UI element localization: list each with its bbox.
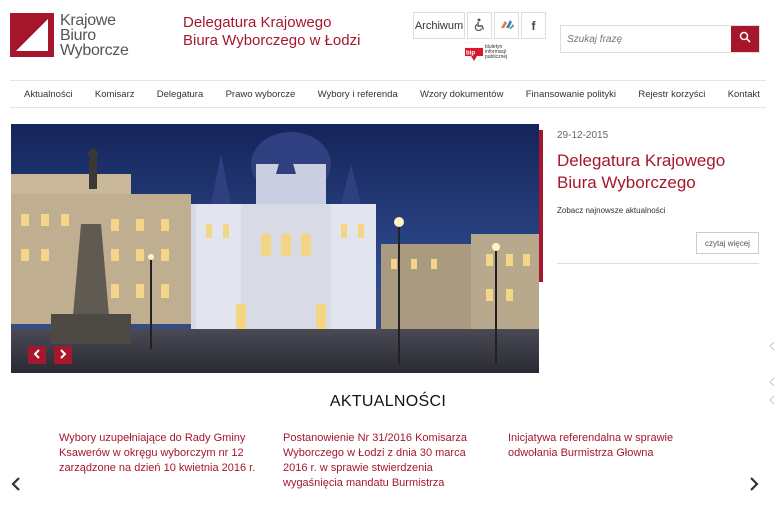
bip-link[interactable]: bip biuletyn informacji publicznej (464, 41, 525, 62)
news-prev-button[interactable] (9, 476, 23, 492)
nav-item-finansowanie-polityki[interactable]: Finansowanie polityki (526, 89, 616, 100)
slide-prev-button[interactable] (28, 346, 46, 364)
hero-photo (11, 124, 539, 373)
chevron-right-icon (747, 477, 761, 496)
svg-text:bip: bip (466, 51, 475, 57)
feature-title[interactable]: Delegatura Krajowego Biura Wyborczego (557, 150, 767, 194)
nav-item-wzory-dokumentow[interactable]: Wzory dokumentów (420, 89, 503, 100)
search-input[interactable] (561, 26, 731, 52)
news-heading: AKTUALNOŚCI (329, 393, 447, 410)
search-button[interactable] (731, 26, 759, 52)
sign-language-icon (499, 18, 515, 34)
nav-item-kontakt[interactable]: Kontakt (728, 89, 760, 100)
bip-flag-icon: bip (464, 41, 484, 62)
nav-item-delegatura[interactable]: Delegatura (157, 89, 203, 100)
kbw-logo[interactable]: Krajowe Biuro Wyborcze (10, 13, 140, 63)
side-scroll-marks (768, 340, 776, 415)
logo-line: Biuro (60, 27, 96, 44)
logo-line: Krajowe (60, 12, 116, 29)
news-item[interactable]: Wybory uzupełniające do Rady Gminy Ksawe… (59, 431, 265, 476)
bip-text: biuletyn informacji publicznej (485, 43, 508, 60)
read-more-button[interactable]: czytaj więcej (696, 232, 759, 254)
nav-item-wybory-i-referenda[interactable]: Wybory i referenda (318, 89, 398, 100)
main-nav: Aktualności Komisarz Delegatura Prawo wy… (10, 80, 766, 108)
chevron-right-icon (59, 346, 67, 364)
nav-item-prawo-wyborcze[interactable]: Prawo wyborcze (226, 89, 296, 100)
facebook-icon: f (531, 18, 536, 33)
feature-date: 29-12-2015 (557, 130, 609, 141)
org-title[interactable]: Delegatura Krajowego Biura Wyborczego w … (183, 14, 363, 50)
chevron-left-icon (33, 346, 41, 364)
logo-text: Krajowe Biuro Wyborcze (60, 12, 129, 59)
nav-item-komisarz[interactable]: Komisarz (95, 89, 135, 100)
logo-line: Wyborcze (60, 42, 129, 59)
feature-subtitle: Zobacz najnowsze aktualności (557, 206, 666, 215)
wheelchair-icon (474, 18, 486, 34)
accessibility-button[interactable] (467, 12, 492, 39)
hero-slider[interactable] (11, 124, 539, 373)
news-item[interactable]: Inicjatywa referendalna w sprawie odwoła… (508, 431, 714, 461)
facebook-button[interactable]: f (521, 12, 546, 39)
logo-mark (10, 13, 54, 57)
archive-button[interactable]: Archiwum (413, 12, 465, 39)
nav-item-rejestr-korzysci[interactable]: Rejestr korzyści (638, 89, 705, 100)
chevron-left-icon (9, 477, 23, 496)
news-next-button[interactable] (747, 476, 761, 492)
slide-next-button[interactable] (54, 346, 72, 364)
feature-accent-bar (539, 130, 543, 282)
search-box (560, 25, 760, 53)
feature-divider (557, 263, 759, 264)
search-icon (739, 30, 751, 48)
sign-language-button[interactable] (494, 12, 519, 39)
news-item[interactable]: Postanowienie Nr 31/2016 Komisarza Wybor… (283, 431, 489, 491)
nav-item-aktualnosci[interactable]: Aktualności (24, 89, 73, 100)
top-buttons: Archiwum f (413, 12, 548, 39)
